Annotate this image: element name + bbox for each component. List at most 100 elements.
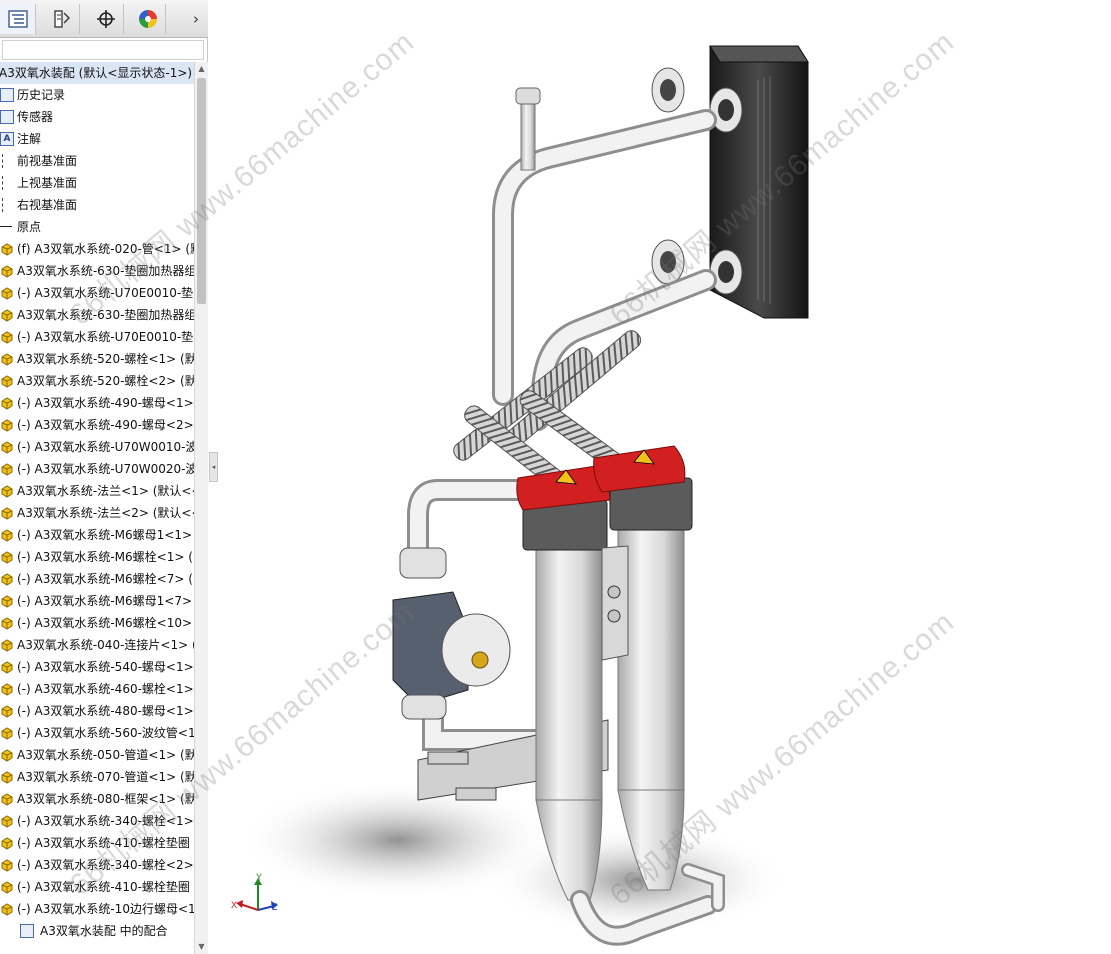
part-icon: [1, 375, 13, 388]
part-icon: [1, 771, 13, 784]
tree-item-label: (-) A3双氧水系统-M6螺母1<1>: [17, 528, 193, 542]
tree-item-label: (-) A3双氧水系统-M6螺栓<1> (: [17, 550, 193, 564]
plane-icon: [2, 154, 16, 168]
tree-item[interactable]: (-) A3双氧水系统-U70W0010-波: [0, 436, 194, 458]
color-wheel-icon: [138, 10, 157, 28]
tree-item[interactable]: (-) A3双氧水系统-M6螺栓<1> (: [0, 546, 194, 568]
triad-x-label: X: [231, 900, 238, 910]
tree-item[interactable]: (-) A3双氧水系统-M6螺栓<7> (: [0, 568, 194, 590]
tree-item[interactable]: (-) A3双氧水系统-480-螺母<1>: [0, 700, 194, 722]
tree-list-icon: [7, 10, 28, 28]
part-icon: [1, 573, 13, 586]
tree-item[interactable]: (-) A3双氧水系统-540-螺母<1>: [0, 656, 194, 678]
part-icon: [1, 529, 13, 542]
tree-item-label: 前视基准面: [17, 154, 78, 168]
part-icon: [1, 793, 13, 806]
mounting-plate: [601, 545, 629, 661]
tree-item[interactable]: (-) A3双氧水系统-460-螺栓<1>: [0, 678, 194, 700]
tree-item-label: (-) A3双氧水系统-M6螺母1<7>: [17, 594, 193, 608]
tree-item-label: 上视基准面: [17, 176, 78, 190]
more-tabs-button[interactable]: ›: [186, 8, 206, 30]
display-manager-tab[interactable]: [130, 4, 166, 34]
scroll-up-icon[interactable]: ▲: [195, 62, 208, 76]
tree-item[interactable]: 历史记录: [0, 84, 194, 106]
tree-item[interactable]: (-) A3双氧水系统-490-螺母<1>: [0, 392, 194, 414]
tree-item-label: A3双氧水系统-法兰<2> (默认<<: [17, 506, 194, 520]
panel-toolbar: ›: [0, 0, 208, 38]
part-icon: [1, 309, 13, 322]
part-icon: [1, 507, 13, 520]
origin-icon: [0, 226, 12, 227]
property-manager-tab[interactable]: [44, 4, 80, 34]
part-icon: [1, 661, 13, 674]
triad-y-label: Y: [256, 872, 263, 882]
part-icon: [1, 331, 13, 344]
tree-item-label: (-) A3双氧水系统-560-波纹管<1: [17, 726, 194, 740]
solidworks-window: › A3双氧水装配 (默认<显示状态-1>) 历史记录 传感器 A 注解 前视基准面 上视基…: [0, 0, 1111, 954]
tree-item[interactable]: (-) A3双氧水系统-U70W0020-波: [0, 458, 194, 480]
tree-item-label: A3双氧水系统-520-螺栓<2> (默: [17, 374, 194, 388]
tree-item[interactable]: (-) A3双氧水系统-560-波纹管<1: [0, 722, 194, 744]
part-icon: [1, 903, 13, 916]
configuration-manager-tab[interactable]: [88, 4, 124, 34]
tree-item[interactable]: 传感器: [0, 106, 194, 128]
tree-mates-folder[interactable]: A3双氧水装配 中的配合: [0, 920, 194, 942]
tree-item[interactable]: 前视基准面: [0, 150, 194, 172]
part-icon: [1, 617, 13, 630]
tree-item-label: 注解: [17, 132, 42, 146]
tree-item[interactable]: (-) A3双氧水系统-M6螺母1<1>: [0, 524, 194, 546]
tree-filter-input[interactable]: [2, 40, 204, 60]
tree-item-label: 历史记录: [17, 88, 66, 102]
annotation-icon: A: [0, 132, 14, 146]
tree-item-label: (-) A3双氧水系统-U70W0010-波: [17, 440, 194, 454]
tree-item-label: (-) A3双氧水系统-M6螺栓<10>: [17, 616, 193, 630]
tree-item[interactable]: A3双氧水系统-520-螺栓<1> (默: [0, 348, 194, 370]
graphics-area[interactable]: 66机械网 www.66machine.com 66机械网 www.66mach…: [64, 0, 1111, 954]
part-icon: [1, 463, 13, 476]
tree-root-assembly[interactable]: A3双氧水装配 (默认<显示状态-1>): [0, 62, 194, 84]
part-icon: [1, 639, 13, 652]
tree-item-label: (-) A3双氧水系统-U70W0020-波: [17, 462, 194, 476]
tree-item[interactable]: A 注解: [0, 128, 194, 150]
tree-item-label: (-) A3双氧水系统-490-螺母<2>: [17, 418, 194, 432]
property-icon: [53, 10, 70, 28]
plane-icon: [2, 176, 16, 190]
part-icon: [1, 705, 13, 718]
mates-icon: [20, 924, 34, 938]
tree-item-label: (-) A3双氧水系统-480-螺母<1>: [17, 704, 194, 718]
scroll-down-icon[interactable]: ▼: [195, 940, 208, 954]
part-icon: [1, 397, 13, 410]
part-icon: [1, 881, 13, 894]
tree-item[interactable]: A3双氧水系统-040-连接片<1> (: [0, 634, 194, 656]
part-icon: [1, 859, 13, 872]
part-icon: [1, 749, 13, 762]
part-icon: [1, 441, 13, 454]
triad-z-label: Z: [272, 902, 278, 912]
tree-item-label: (-) A3双氧水系统-540-螺母<1>: [17, 660, 194, 674]
tree-item[interactable]: (-) A3双氧水系统-490-螺母<2>: [0, 414, 194, 436]
tree-item[interactable]: A3双氧水系统-050-管道<1> (默: [0, 744, 194, 766]
feature-manager-tab[interactable]: [0, 4, 36, 34]
part-icon: [1, 815, 13, 828]
tree-item[interactable]: (-) A3双氧水系统-10边行螺母<1: [0, 898, 194, 920]
tree-item[interactable]: A3双氧水系统-520-螺栓<2> (默: [0, 370, 194, 392]
tree-item[interactable]: (-) A3双氧水系统-M6螺母1<7>: [0, 590, 194, 612]
tree-item-label: (-) A3双氧水系统-460-螺栓<1>: [17, 682, 194, 696]
tree-item[interactable]: 上视基准面: [0, 172, 194, 194]
part-icon: [1, 837, 13, 850]
panel-collapse-handle[interactable]: ◂: [209, 452, 218, 482]
tree-item-label: 原点: [17, 220, 42, 234]
tree-item-label: (-) A3双氧水系统-490-螺母<1>: [17, 396, 194, 410]
tree-item-label: (-) A3双氧水系统-10边行螺母<1: [17, 902, 194, 916]
assembly-model: [238, 45, 809, 946]
tree-item[interactable]: A3双氧水系统-法兰<2> (默认<<: [0, 502, 194, 524]
part-icon: [1, 353, 13, 366]
tree-item[interactable]: A3双氧水系统-法兰<1> (默认<<: [0, 480, 194, 502]
tree-item[interactable]: (-) A3双氧水系统-M6螺栓<10>: [0, 612, 194, 634]
tree-item-label: A3双氧水系统-法兰<1> (默认<<: [17, 484, 194, 498]
tree-item-label: (-) A3双氧水系统-U70E0010-垫: [17, 330, 194, 344]
part-icon: [1, 595, 13, 608]
tree-mates-label: A3双氧水装配 中的配合: [40, 924, 168, 938]
part-icon: [1, 683, 13, 696]
tree-item[interactable]: (-) A3双氧水系统-U70E0010-垫: [0, 326, 194, 348]
